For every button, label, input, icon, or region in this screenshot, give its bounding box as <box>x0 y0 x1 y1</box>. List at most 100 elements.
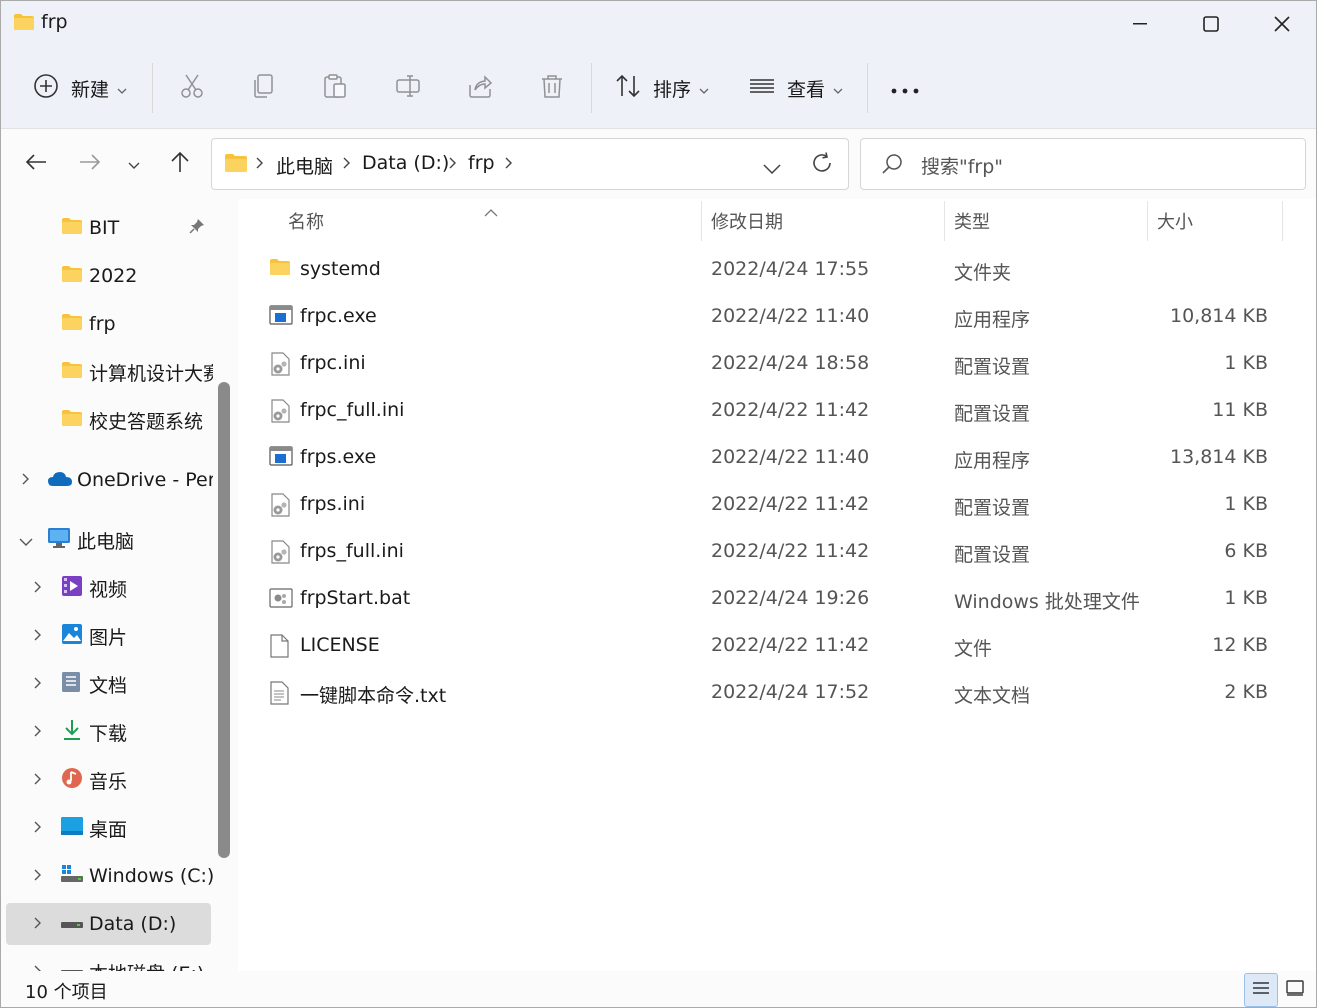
sidebar-item-2022[interactable]: 2022 <box>1 255 213 297</box>
file-name: LICENSE <box>300 634 380 656</box>
sidebar-item-quiz-system[interactable]: 校史答题系统 <box>1 399 213 441</box>
sidebar-item-drive-e[interactable]: 本地磁盘 (E:) <box>1 951 213 971</box>
chevron-right-icon <box>256 154 264 175</box>
file-name: frpc.exe <box>300 305 377 327</box>
cut-button[interactable] <box>179 65 205 111</box>
download-icon <box>62 719 82 746</box>
column-header-name[interactable]: 名称 <box>288 199 324 243</box>
chevron-right-icon[interactable] <box>30 673 46 695</box>
search-input[interactable]: 搜索"frp" <box>921 152 1003 179</box>
breadcrumb-this-pc[interactable]: 此电脑 <box>276 152 333 179</box>
file-date: 2022/4/22 11:40 <box>711 446 870 468</box>
new-button[interactable]: 新建 <box>33 65 127 111</box>
chevron-right-icon[interactable] <box>30 817 46 839</box>
pictures-icon <box>61 623 83 650</box>
file-row[interactable]: frpc.exe 2022/4/22 11:40 应用程序 10,814 KB <box>238 294 1298 341</box>
file-row[interactable]: frps.ini 2022/4/22 11:42 配置设置 1 KB <box>238 482 1298 529</box>
sidebar-item-this-pc[interactable]: 此电脑 <box>1 519 213 561</box>
folder-icon <box>13 13 35 36</box>
sort-ascending-icon <box>484 201 498 222</box>
sidebar-item-design-contest[interactable]: 计算机设计大赛 <box>1 351 213 393</box>
file-row[interactable]: frpc_full.ini 2022/4/22 11:42 配置设置 11 KB <box>238 388 1298 435</box>
forward-button[interactable] <box>75 149 105 179</box>
breadcrumb-data-drive[interactable]: Data (D:) <box>362 152 449 174</box>
sidebar-item-frp[interactable]: frp <box>1 303 213 345</box>
file-size: 12 KB <box>1212 634 1268 656</box>
folder-icon <box>61 361 83 384</box>
file-row[interactable]: systemd 2022/4/24 17:55 文件夹 <box>238 247 1298 294</box>
sidebar-item-onedrive[interactable]: OneDrive - Personal <box>1 459 213 501</box>
chevron-right-icon[interactable] <box>30 913 46 935</box>
file-row[interactable]: frps.exe 2022/4/22 11:40 应用程序 13,814 KB <box>238 435 1298 482</box>
chevron-right-icon[interactable] <box>18 469 34 491</box>
copy-button[interactable] <box>251 65 277 111</box>
sidebar-item-drive-c[interactable]: Windows (C:) <box>1 855 213 897</box>
title-bar[interactable]: frp <box>1 1 1316 47</box>
sidebar-item-music[interactable]: 音乐 <box>1 759 213 801</box>
details-view-button[interactable] <box>1244 973 1278 1007</box>
file-row[interactable]: frpStart.bat 2022/4/24 19:26 Windows 批处理文件… <box>238 576 1298 623</box>
file-size: 10,814 KB <box>1169 305 1268 327</box>
chevron-down-icon[interactable] <box>18 529 34 551</box>
sort-button[interactable]: 排序 <box>615 65 709 111</box>
details-view-icon <box>1252 980 1270 1001</box>
chevron-down-icon <box>833 78 843 99</box>
exe-icon <box>269 446 293 471</box>
folder-icon <box>224 153 248 178</box>
file-row[interactable]: frpc.ini 2022/4/24 18:58 配置设置 1 KB <box>238 341 1298 388</box>
large-icons-view-button[interactable] <box>1278 973 1312 1007</box>
search-icon <box>881 153 903 180</box>
view-list-icon <box>749 73 775 104</box>
file-size: 1 KB <box>1224 587 1268 609</box>
file-row[interactable]: LICENSE 2022/4/22 11:42 文件 12 KB <box>238 623 1298 670</box>
search-box[interactable]: 搜索"frp" <box>860 138 1306 190</box>
ini-icon <box>269 540 291 569</box>
back-button[interactable] <box>21 149 51 179</box>
paste-button[interactable] <box>322 65 348 111</box>
chevron-right-icon[interactable] <box>30 865 46 887</box>
sidebar-item-downloads[interactable]: 下载 <box>1 711 213 753</box>
chevron-right-icon[interactable] <box>30 625 46 647</box>
close-button[interactable] <box>1247 1 1316 47</box>
breadcrumb-frp[interactable]: frp <box>468 152 495 174</box>
chevron-right-icon[interactable] <box>30 769 46 791</box>
sidebar-item-label: Windows (C:) <box>89 865 213 887</box>
sidebar-item-label: 此电脑 <box>77 530 135 553</box>
file-name: frps.ini <box>300 493 366 515</box>
address-dropdown-button[interactable] <box>763 158 781 179</box>
sidebar-item-label: OneDrive - Personal <box>77 469 213 491</box>
file-date: 2022/4/22 11:42 <box>711 493 870 515</box>
chevron-right-icon[interactable] <box>30 577 46 599</box>
maximize-button[interactable] <box>1176 1 1246 47</box>
file-size: 11 KB <box>1212 399 1268 421</box>
column-header-date[interactable]: 修改日期 <box>711 199 783 243</box>
rename-button[interactable] <box>395 65 421 111</box>
sidebar-item-videos[interactable]: 视频 <box>1 567 213 609</box>
up-button[interactable] <box>165 149 195 179</box>
onedrive-cloud-icon <box>47 469 73 492</box>
view-button[interactable]: 查看 <box>749 65 843 111</box>
column-header-type[interactable]: 类型 <box>954 199 990 243</box>
more-options-button[interactable] <box>891 65 919 111</box>
sidebar-item-pictures[interactable]: 图片 <box>1 615 213 657</box>
file-row[interactable]: frps_full.ini 2022/4/22 11:42 配置设置 6 KB <box>238 529 1298 576</box>
delete-button[interactable] <box>539 65 565 111</box>
minimize-button[interactable] <box>1105 1 1175 47</box>
column-header-type-label: 类型 <box>954 212 990 233</box>
sidebar-item-desktop[interactable]: 桌面 <box>1 807 213 849</box>
sidebar-item-documents[interactable]: 文档 <box>1 663 213 705</box>
refresh-icon[interactable] <box>811 152 833 179</box>
column-header-size[interactable]: 大小 <box>1157 199 1193 243</box>
sidebar-item-drive-d[interactable]: Data (D:) <box>6 903 211 945</box>
share-button[interactable] <box>467 65 493 111</box>
recent-locations-button[interactable] <box>119 149 149 179</box>
file-name: 一键脚本命令.txt <box>300 685 447 707</box>
file-row[interactable]: 一键脚本命令.txt 2022/4/24 17:52 文本文档 2 KB <box>238 670 1298 717</box>
file-icon <box>269 634 289 663</box>
chevron-right-icon[interactable] <box>30 961 46 971</box>
sidebar-item-bit[interactable]: BIT <box>1 207 213 249</box>
chevron-right-icon[interactable] <box>30 721 46 743</box>
address-bar[interactable]: 此电脑 Data (D:) frp <box>211 138 849 190</box>
folder-icon <box>61 265 83 288</box>
sidebar-scrollbar-thumb[interactable] <box>218 382 230 858</box>
